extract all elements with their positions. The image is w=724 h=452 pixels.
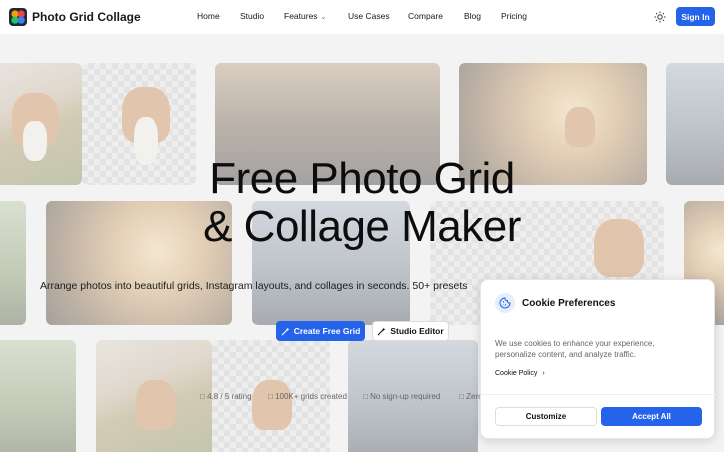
top-navbar: Photo Grid Collage Home Studio Features ⌄…	[0, 0, 724, 34]
stat-no-signup: □ No sign-up required	[363, 392, 441, 401]
hero-title-line2: & Collage Maker	[203, 202, 521, 251]
nav-link-home[interactable]: Home	[197, 11, 220, 21]
cookie-icon	[495, 293, 515, 313]
stat-rating: □ 4.8 / 5 rating	[200, 392, 252, 401]
nav-link-features[interactable]: Features ⌄	[284, 11, 326, 21]
nav-link-compare[interactable]: Compare	[408, 11, 443, 21]
create-free-grid-button[interactable]: Create Free Grid	[276, 321, 365, 341]
nav-link-studio[interactable]: Studio	[240, 11, 264, 21]
bg-tile-left-3	[0, 340, 76, 452]
nav-link-features-label: Features	[284, 11, 318, 21]
hero-subtitle: Arrange photos into beautiful grids, Ins…	[40, 280, 468, 292]
studio-editor-button[interactable]: Studio Editor	[372, 321, 449, 341]
cookie-body: We use cookies to enhance your experienc…	[495, 339, 655, 359]
sign-in-button[interactable]: Sign In	[676, 7, 715, 26]
stat-grids-created: □ 100K+ grids created	[268, 392, 347, 401]
hero-title-line1: Free Photo Grid	[209, 154, 515, 203]
accept-all-button[interactable]: Accept All	[601, 407, 702, 426]
logo-icon[interactable]	[9, 8, 27, 26]
bg-tile-corgi-3	[96, 340, 212, 452]
nav-link-use-cases[interactable]: Use Cases	[348, 11, 390, 21]
studio-editor-label: Studio Editor	[390, 326, 444, 336]
cookie-preferences-dialog: Cookie Preferences We use cookies to enh…	[480, 279, 716, 439]
sun-icon[interactable]	[654, 11, 666, 23]
nav-link-blog[interactable]: Blog	[464, 11, 481, 21]
cookie-title: Cookie Preferences	[522, 298, 616, 309]
stat-zero: □ Zero	[459, 392, 483, 401]
cookie-policy-link[interactable]: Cookie Policy ›	[495, 370, 545, 377]
cookie-divider	[481, 394, 716, 395]
magic-wand-icon	[377, 326, 386, 335]
chevron-right-icon: ›	[542, 370, 545, 377]
cookie-policy-label: Cookie Policy	[495, 370, 538, 377]
customize-button[interactable]: Customize	[495, 407, 597, 426]
chevron-down-icon: ⌄	[320, 14, 327, 21]
nav-link-pricing[interactable]: Pricing	[501, 11, 527, 21]
create-free-grid-label: Create Free Grid	[293, 326, 361, 336]
magic-wand-icon	[281, 326, 290, 335]
brand-name[interactable]: Photo Grid Collage	[32, 10, 141, 24]
